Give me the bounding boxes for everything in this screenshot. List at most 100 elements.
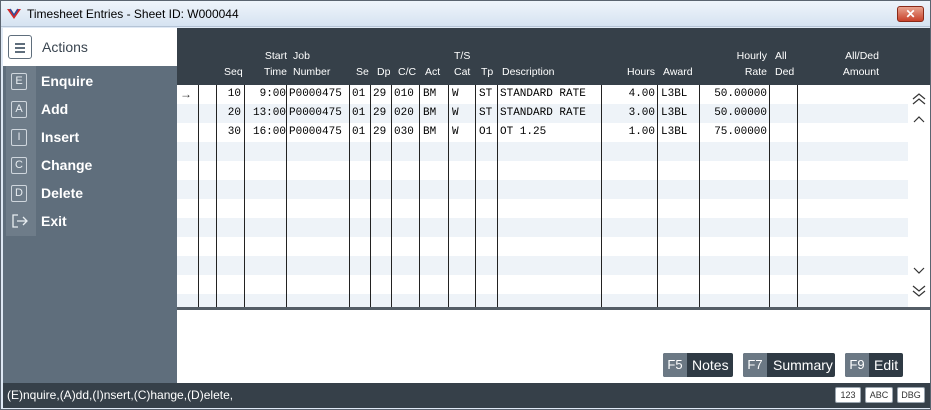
caps-mode-badge[interactable]: ABC (865, 387, 893, 403)
status-bar: (E)nquire,(A)dd,(I)nsert,(C)hange,(D)ele… (3, 383, 930, 408)
column-divider (216, 85, 217, 307)
cell-start: 13:00 (252, 107, 286, 119)
key-a-icon: A (11, 101, 27, 118)
menu-item-add[interactable]: A Add (3, 95, 177, 123)
scroll-down-icon[interactable] (911, 263, 927, 277)
timesheet-grid-panel: Seq Start Time Job Number Se Dp C/C Act … (177, 28, 930, 383)
scroll-to-top-icon[interactable] (911, 92, 927, 106)
column-divider (244, 85, 245, 307)
menu-item-enquire[interactable]: E Enquire (3, 67, 177, 95)
menu-label: Add (41, 101, 69, 117)
cell-seq: 30 (227, 126, 241, 138)
col-award: Award (663, 66, 693, 78)
column-divider (286, 85, 287, 307)
timesheet-window: Timesheet Entries - Sheet ID: W000044 ✕ … (0, 0, 931, 410)
f5-key: F5 (663, 353, 687, 377)
summary-label: Summary (773, 357, 833, 373)
menu-label: Delete (41, 185, 84, 201)
cell-cc: 020 (394, 107, 414, 119)
numeric-mode-badge[interactable]: 123 (835, 387, 861, 403)
cell-se: 01 (352, 107, 366, 119)
menu-label: Change (41, 157, 93, 173)
column-divider (448, 85, 449, 307)
notes-button[interactable]: F5 Notes (663, 353, 733, 377)
menu-label: Insert (41, 129, 80, 145)
cell-rate: 50.00000 (714, 107, 767, 119)
cell-seq: 10 (227, 88, 241, 100)
notes-label: Notes (692, 357, 729, 373)
column-divider (699, 85, 700, 307)
cell-ts: W (452, 107, 459, 119)
column-divider (657, 85, 658, 307)
col-job-l2: Number (293, 66, 331, 78)
edit-button[interactable]: F9 Edit (845, 353, 903, 377)
column-divider (769, 85, 770, 307)
column-divider (391, 85, 392, 307)
cell-hours: 1.00 (628, 126, 655, 138)
column-divider (349, 85, 350, 307)
cell-tp: ST (479, 88, 493, 100)
col-desc: Description (502, 66, 555, 78)
key-i-icon: I (11, 129, 27, 146)
cell-ts: W (452, 88, 459, 100)
cell-act: BM (423, 107, 437, 119)
menu-item-insert[interactable]: I Insert (3, 123, 177, 151)
column-divider (497, 85, 498, 307)
cell-award: L3BL (661, 88, 688, 100)
menu-label: Enquire (41, 73, 94, 89)
col-hours: Hours (626, 66, 655, 78)
key-c-icon: C (11, 157, 27, 174)
cell-desc: OT 1.25 (500, 126, 547, 138)
cell-tp: ST (479, 107, 493, 119)
cell-cc: 030 (394, 126, 414, 138)
menu-item-delete[interactable]: D Delete (3, 179, 177, 207)
cell-rate: 75.00000 (714, 126, 767, 138)
actions-header[interactable]: Actions (3, 28, 177, 66)
cell-rate: 50.00000 (714, 88, 767, 100)
col-cc: C/C (398, 66, 417, 78)
cell-start: 16:00 (252, 126, 286, 138)
col-start-l2: Time (264, 66, 287, 78)
cell-desc: STANDARD RATE (500, 88, 586, 100)
col-ts-l2: Cat (454, 66, 471, 78)
menu-item-change[interactable]: C Change (3, 151, 177, 179)
f7-key: F7 (743, 353, 767, 377)
cell-award: L3BL (661, 107, 688, 119)
col-allded-l1: All (775, 50, 787, 62)
col-tp: Tp (481, 66, 494, 78)
col-job-l1: Job (293, 50, 310, 62)
current-row-arrow-icon: → (180, 87, 192, 101)
cell-start: 9:00 (259, 88, 286, 100)
column-divider (797, 85, 798, 307)
menu-icon (8, 35, 32, 59)
col-seq: Seq (224, 66, 243, 78)
col-rate-l2: Rate (744, 66, 767, 78)
cell-dp: 29 (373, 88, 387, 100)
cell-hours: 3.00 (628, 107, 655, 119)
col-rate-l1: Hourly (736, 50, 767, 62)
cell-job: P0000475 (289, 107, 342, 119)
cell-tp: O1 (479, 126, 493, 138)
cell-ts: W (452, 126, 459, 138)
summary-button[interactable]: F7 Summary (743, 353, 835, 377)
col-ts-l1: T/S (454, 50, 471, 62)
menu-item-exit[interactable]: Exit (3, 207, 177, 235)
grid-bottom-border (177, 307, 930, 310)
cell-seq: 20 (227, 107, 241, 119)
cell-act: BM (423, 88, 437, 100)
exit-icon (12, 214, 28, 228)
column-divider (419, 85, 420, 307)
cell-se: 01 (352, 126, 366, 138)
close-button[interactable]: ✕ (897, 6, 924, 22)
col-amount-l2: Amount (842, 66, 879, 78)
scroll-to-bottom-icon[interactable] (911, 284, 927, 298)
app-logo-icon (7, 8, 21, 19)
debug-mode-badge[interactable]: DBG (897, 387, 925, 403)
menu-label: Exit (41, 213, 67, 229)
title-bar: Timesheet Entries - Sheet ID: W000044 ✕ (1, 1, 930, 27)
cell-se: 01 (352, 88, 366, 100)
scroll-up-icon[interactable] (911, 113, 927, 127)
cell-award: L3BL (661, 126, 688, 138)
grid-scrollbar[interactable] (908, 85, 930, 307)
cell-desc: STANDARD RATE (500, 107, 586, 119)
